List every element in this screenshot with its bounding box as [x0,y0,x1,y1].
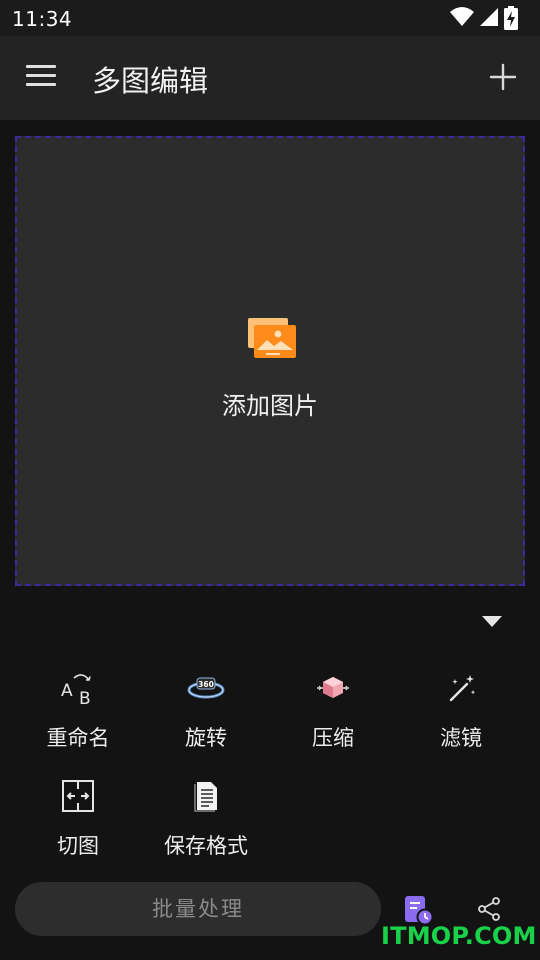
tool-filter[interactable]: 滤镜 [397,670,525,770]
tool-label: 压缩 [312,726,354,750]
add-image-label: 添加图片 [222,392,318,420]
rotate-360-icon: 360 [187,677,225,699]
wifi-icon [450,7,474,26]
magic-wand-icon [449,675,476,702]
tool-compress[interactable]: 压缩 [269,670,397,770]
compress-icon [317,677,349,698]
rename-icon: A B [61,674,91,706]
share-icon[interactable] [477,896,501,922]
tool-label: 重命名 [46,726,110,750]
crop-split-icon [62,780,94,812]
page-title: 多图编辑 [92,64,209,98]
tool-slice[interactable]: 切图 [14,778,142,878]
status-bar: 11:34 [0,0,540,36]
tool-rename[interactable]: A B 重命名 [14,670,142,770]
chevron-down-icon[interactable] [480,613,504,629]
gallery-icon [248,318,296,358]
battery-icon [504,6,518,30]
menu-icon[interactable] [26,65,56,89]
app-bar: 多图编辑 [0,36,540,120]
tool-label: 切图 [57,834,99,858]
tool-save-format[interactable]: 保存格式 [142,778,270,878]
batch-process-button[interactable]: 批量处理 [15,882,381,936]
watermark-logo: ITMOP.COM [381,922,537,950]
tool-label: 旋转 [185,726,227,750]
document-format-icon [194,782,217,812]
signal-icon [480,8,498,26]
add-icon[interactable] [488,62,518,92]
svg-text:A: A [61,681,73,701]
svg-text:B: B [79,689,91,706]
tool-rotate[interactable]: 360 旋转 [142,670,270,770]
status-time: 11:34 [12,7,73,31]
tool-label: 滤镜 [440,726,482,750]
svg-text:360: 360 [198,680,214,689]
add-image-area[interactable]: 添加图片 [15,136,525,586]
tool-label: 保存格式 [164,834,248,858]
